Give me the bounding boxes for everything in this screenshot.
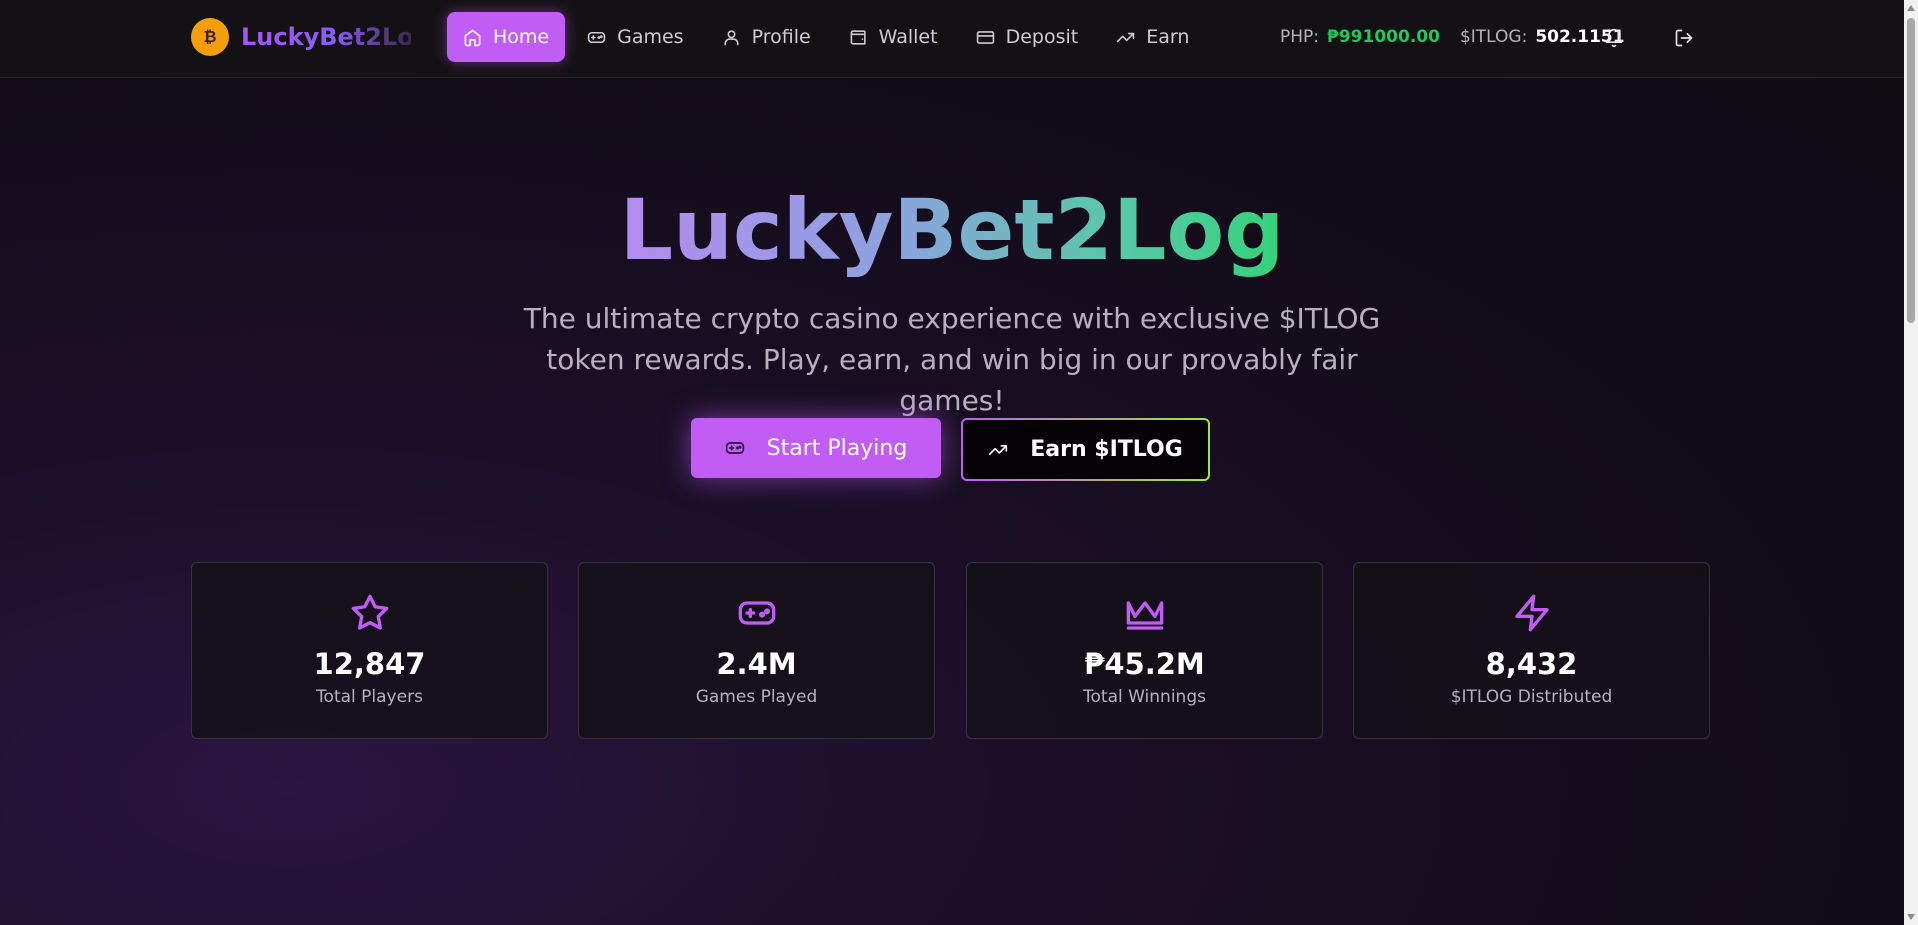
bell-icon [1605,28,1623,48]
start-playing-label: Start Playing [766,435,908,461]
stat-value: 2.4M [716,647,797,681]
stat-value: 8,432 [1485,647,1578,681]
wallet-icon [850,29,866,45]
notifications-button[interactable] [1600,24,1628,52]
stat-value: ₱45.2M [1084,647,1205,681]
stat-label: Total Players [316,687,423,707]
php-balance-label: PHP: [1280,27,1320,47]
trending-up-icon [989,444,1008,455]
credit-card-icon [976,30,994,44]
scrollbar-thumb[interactable] [1907,18,1915,323]
php-balance-value: ₱991000.00 [1327,27,1440,47]
earn-itlog-label: Earn $ITLOG [1030,437,1183,462]
brand-name: LuckyBet2Log [241,23,411,51]
hero-subtitle: The ultimate crypto casino experience wi… [523,302,1381,417]
nav-item-profile[interactable]: Profile [706,12,827,62]
hero-title-text: LuckyBet2Log [619,181,1285,279]
nav-item-label: Deposit [1005,26,1079,48]
itlog-balance-label: $ITLOG: [1459,27,1528,47]
logout-button[interactable] [1670,24,1698,52]
user-icon [723,29,739,45]
bitcoin-coin-icon: ₿ [191,18,229,56]
zap-icon [1514,594,1549,632]
scroll-down-arrow-icon[interactable] [1907,914,1915,920]
hero-title: LuckyBet2Log [0,180,1904,280]
stat-card-games-played: 2.4M Games Played [578,562,935,739]
nav-item-label: Profile [751,26,811,48]
gamepad-icon [587,31,606,43]
stat-card-itlog-distributed: 8,432 $ITLOG Distributed [1353,562,1710,739]
star-icon [351,594,388,630]
brand-logo[interactable]: ₿ LuckyBet2Log [191,18,411,56]
nav-item-games[interactable]: Games [571,12,699,62]
top-navbar: ₿ LuckyBet2Log Home Games Profile Wallet… [0,0,1904,78]
stat-value: 12,847 [313,647,426,681]
nav-item-label: Home [493,26,550,48]
stat-label: $ITLOG Distributed [1450,687,1613,707]
gamepad-icon [725,442,744,454]
gamepad-icon [738,601,775,625]
nav-item-label: Games [617,26,684,48]
main-nav: Home Games Profile Wallet Deposit Earn [447,12,1211,62]
stat-label: Total Winnings [1083,687,1206,707]
nav-item-home[interactable]: Home [447,12,566,62]
nav-item-earn[interactable]: Earn [1100,12,1205,62]
earn-itlog-button-inner: Earn $ITLOG [963,420,1208,479]
trending-up-icon [1117,32,1135,42]
stat-card-total-winnings: ₱45.2M Total Winnings [966,562,1323,739]
start-playing-button[interactable]: Start Playing [691,418,941,478]
home-icon [464,29,481,46]
earn-itlog-button[interactable]: Earn $ITLOG [961,418,1210,481]
nav-item-wallet[interactable]: Wallet [833,12,954,62]
nav-item-label: Wallet [878,26,938,48]
scroll-up-arrow-icon[interactable] [1907,5,1915,11]
nav-item-label: Earn [1146,26,1190,48]
nav-item-deposit[interactable]: Deposit [960,12,1095,62]
balance-display: PHP: ₱991000.00 $ITLOG: 502.1151 [1280,27,1625,47]
page-scrollbar[interactable] [1904,0,1918,925]
logout-icon [1675,29,1693,47]
stat-card-total-players: 12,847 Total Players [191,562,548,739]
crown-icon [1126,601,1163,630]
stat-label: Games Played [695,687,818,707]
